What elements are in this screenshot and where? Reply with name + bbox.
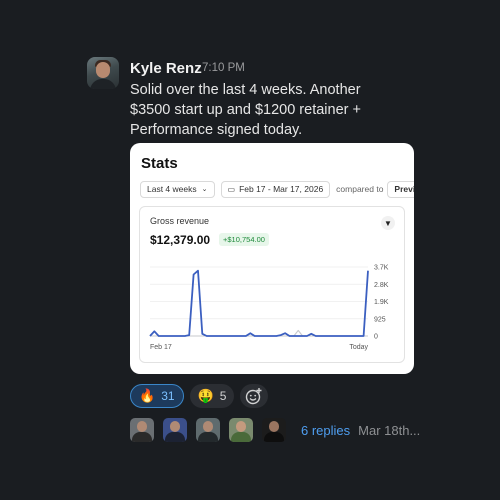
money-mouth-face-icon: 🤑 <box>197 387 214 403</box>
replier-avatar <box>196 418 220 442</box>
stats-screenshot-attachment[interactable]: Stats Last 4 weeks ⌄ ▭ Feb 17 - Mar 17, … <box>130 143 414 374</box>
period-label: Last 4 weeks <box>147 184 197 194</box>
stats-controls: Last 4 weeks ⌄ ▭ Feb 17 - Mar 17, 2026 c… <box>140 180 414 198</box>
x-start-label: Feb 17 <box>150 344 172 351</box>
author-name[interactable]: Kyle Renz <box>130 60 202 77</box>
message-line-1: Solid over the last 4 weeks. Another <box>130 82 361 98</box>
replier-avatar <box>262 418 286 442</box>
x-end-label: Today <box>349 344 368 351</box>
avatar-face <box>96 62 110 78</box>
message-timestamp[interactable]: 7:10 PM <box>202 62 245 74</box>
gross-revenue-panel: Gross revenue $12,379.00 +$10,754.00 ▼ 3… <box>139 206 405 363</box>
compare-dropdown[interactable]: Previous <box>387 180 414 198</box>
thread-summary[interactable]: 6 replies Mar 18th... <box>130 418 420 442</box>
smiley-plus-icon <box>246 387 262 404</box>
replier-avatar <box>130 418 154 442</box>
avatar-face <box>269 421 279 432</box>
date-range-picker[interactable]: ▭ Feb 17 - Mar 17, 2026 <box>220 180 331 198</box>
avatar-body <box>165 432 185 442</box>
reactions-bar: 🔥 31 🤑 5 <box>130 383 269 408</box>
stats-title: Stats <box>141 155 178 172</box>
reaction-count: 5 <box>219 388 227 403</box>
avatar-face <box>137 421 147 432</box>
user-avatar[interactable] <box>87 57 119 89</box>
avatar-face <box>170 421 180 432</box>
message-line-2: $3500 start up and $1200 retainer + <box>130 102 361 118</box>
avatar-body <box>231 432 251 442</box>
revenue-series-line <box>149 269 369 337</box>
reaction-fire[interactable]: 🔥 31 <box>130 383 184 408</box>
avatar-body <box>132 432 152 442</box>
chevron-down-icon: ⌄ <box>201 186 208 193</box>
y-tick-label: 0 <box>374 334 378 341</box>
replies-link[interactable]: 6 replies <box>301 423 350 438</box>
avatar-body <box>264 432 284 442</box>
compared-to-label: compared to <box>336 184 384 194</box>
last-reply-date: Mar 18th... <box>358 422 421 438</box>
fire-emoji-icon: 🔥 <box>139 387 156 403</box>
period-dropdown[interactable]: Last 4 weeks ⌄ <box>140 180 215 198</box>
avatar-face <box>236 421 246 432</box>
message-body: Solid over the last 4 weeks. Another $35… <box>130 80 420 140</box>
replier-avatar <box>163 418 187 442</box>
avatar-body <box>90 79 116 89</box>
message-line-3: Performance signed today. <box>130 122 303 138</box>
reaction-count: 31 <box>161 388 175 403</box>
add-reaction-icon[interactable] <box>240 383 269 408</box>
y-tick-label: 1.9K <box>374 299 389 306</box>
date-range-label: Feb 17 - Mar 17, 2026 <box>239 184 324 194</box>
compare-value: Previous <box>394 184 414 194</box>
y-tick-label: 3.7K <box>374 265 389 272</box>
reaction-money-face[interactable]: 🤑 5 <box>189 383 235 408</box>
y-tick-label: 2.8K <box>374 282 389 289</box>
revenue-chart: 3.7K 2.8K 1.9K 925 0 Feb 17 Today <box>149 265 389 351</box>
replier-avatar <box>229 418 253 442</box>
avatar-face <box>203 421 213 432</box>
avatar-body <box>198 432 218 442</box>
y-tick-label: 925 <box>374 316 386 323</box>
calendar-icon: ▭ <box>227 184 236 194</box>
